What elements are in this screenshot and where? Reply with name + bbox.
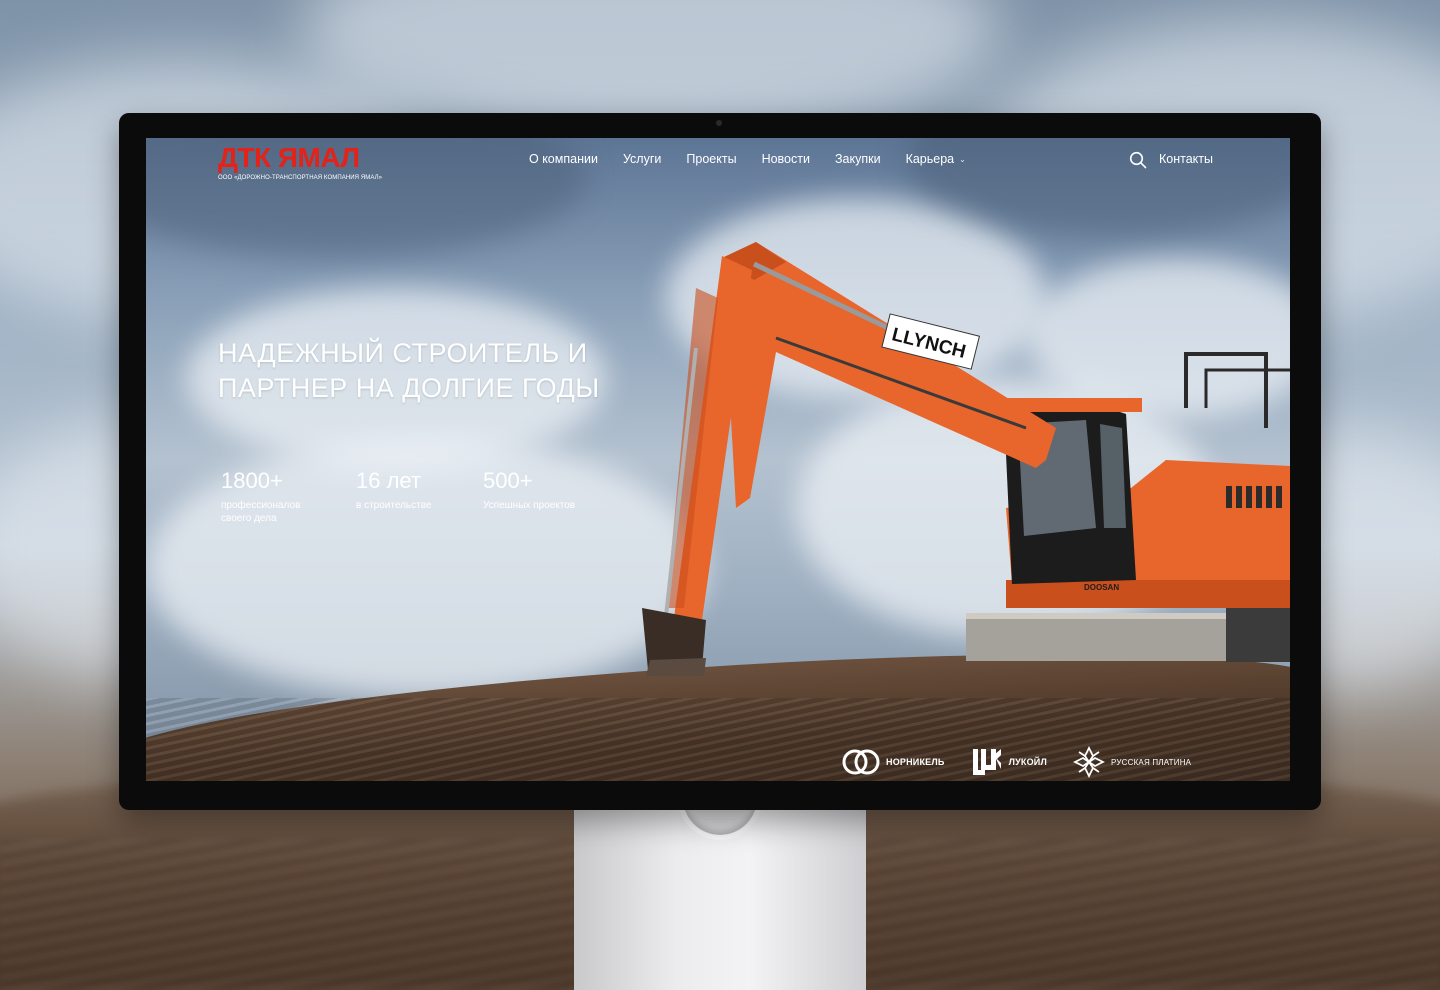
stat-projects: 500+ Успешных проектов <box>483 468 613 512</box>
stat-value: 500+ <box>483 468 533 493</box>
nav-item-services[interactable]: Услуги <box>623 152 661 166</box>
stat-value: 16 лет <box>356 468 422 493</box>
nav-item-label: Проекты <box>686 152 737 166</box>
nav-item-career[interactable]: Карьера ⌄ <box>906 152 966 166</box>
nav-item-procurement[interactable]: Закупки <box>835 152 881 166</box>
brand-logo[interactable]: ДТК ЯМАЛ ООО «ДОРОЖНО-ТРАНСПОРТНАЯ КОМПА… <box>218 142 382 181</box>
russian-platinum-logo-icon <box>1072 746 1105 778</box>
nav-item-about[interactable]: О компании <box>529 152 598 166</box>
partner-russian-platinum[interactable]: РУССКАЯ ПЛАТИНА <box>1072 746 1192 778</box>
stat-label: в строительстве <box>356 500 432 511</box>
contacts-link[interactable]: Контакты <box>1159 152 1213 166</box>
stat-professionals: 1800+ профессионалов своего дела <box>221 468 316 525</box>
nav-item-projects[interactable]: Проекты <box>686 152 736 166</box>
partner-name: ЛУКОЙЛ <box>1008 757 1047 767</box>
hero-headline: НАДЕЖНЫЙ СТРОИТЕЛЬ И ПАРТНЕР НА ДОЛГИЕ Г… <box>218 336 638 406</box>
nav-item-label: Услуги <box>622 152 662 166</box>
main-nav: О компании Услуги Проекты Новости Закупк… <box>529 152 966 166</box>
monitor-camera <box>716 120 722 126</box>
partner-lukoil[interactable]: ЛУКОЙЛ <box>971 747 1047 777</box>
stat-label: профессионалов своего дела <box>221 500 301 524</box>
excavator-brand-text: DOOSAN <box>1084 583 1119 592</box>
partner-name: РУССКАЯ ПЛАТИНА <box>1110 757 1192 767</box>
brand-subtitle: ООО «ДОРОЖНО-ТРАНСПОРТНАЯ КОМПАНИЯ ЯМАЛ» <box>218 175 383 181</box>
nav-item-label: О компании <box>529 152 598 166</box>
search-icon[interactable] <box>1129 151 1147 169</box>
nornickel-logo-icon <box>842 749 880 775</box>
stat-label: Успешных проектов <box>483 500 576 511</box>
nav-item-label: Новости <box>761 152 810 166</box>
chevron-down-icon: ⌄ <box>959 154 966 164</box>
excavator-illustration: DOOSAN LLYNCH <box>642 242 1290 676</box>
stat-years: 16 лет в строительстве <box>356 468 466 512</box>
website-screen: DOOSAN LLYNCH ДТК ЯМАЛ ООО «ДОРОЖНО-ТРАН… <box>146 138 1290 781</box>
lukoil-logo-icon <box>972 749 1001 775</box>
stat-value: 1800+ <box>221 468 283 493</box>
hero-headline-line2: ПАРТНЕР НА ДОЛГИЕ ГОДЫ <box>218 373 600 403</box>
partner-name: НОРНИКЕЛЬ <box>886 757 945 767</box>
brand-title: ДТК ЯМАЛ <box>218 142 360 173</box>
nav-item-news[interactable]: Новости <box>762 152 810 166</box>
nav-item-label: Закупки <box>834 152 881 166</box>
nav-item-label: Карьера <box>905 152 955 166</box>
partner-nornickel[interactable]: НОРНИКЕЛЬ <box>842 747 945 777</box>
partners-row: НОРНИКЕЛЬ ЛУКОЙЛ РУССКАЯ ПЛАТИНА <box>842 746 1191 778</box>
hero-headline-line1: НАДЕЖНЫЙ СТРОИТЕЛЬ И <box>218 338 588 368</box>
